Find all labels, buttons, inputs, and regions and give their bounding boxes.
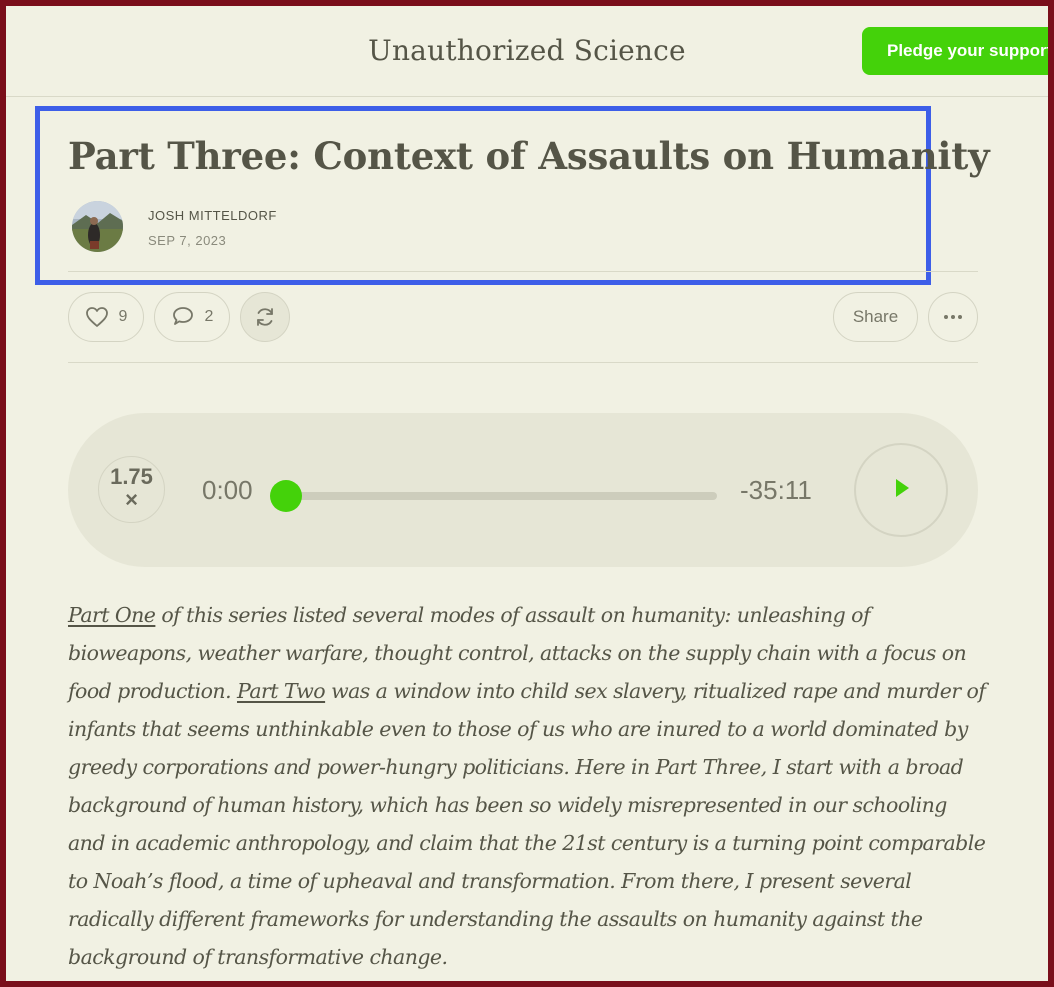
avatar[interactable] (72, 201, 123, 252)
comment-button[interactable]: 2 (154, 292, 230, 342)
divider (68, 271, 978, 272)
divider (68, 362, 978, 363)
refresh-icon (253, 305, 277, 329)
more-options-button[interactable] (928, 292, 978, 342)
audio-player: 1.75 × 0:00 -35:11 (68, 413, 978, 567)
comment-icon (171, 306, 195, 328)
like-count: 9 (118, 308, 128, 325)
like-button[interactable]: 9 (68, 292, 144, 342)
top-bar: Unauthorized Science Pledge your support (6, 6, 1048, 97)
restack-button[interactable] (240, 292, 290, 342)
body-text-2: was a window into child sex slavery, rit… (68, 679, 986, 969)
highlight-box (35, 106, 931, 285)
part-one-link[interactable]: Part One (68, 603, 156, 627)
share-label: Share (852, 307, 899, 326)
author-name[interactable]: JOSH MITTELDORF (148, 208, 277, 223)
pledge-button[interactable]: Pledge your support (862, 27, 1048, 75)
playback-speed-button[interactable]: 1.75 × (98, 456, 165, 523)
post-body: Part One of this series listed several m… (68, 596, 988, 976)
more-icon (943, 314, 963, 320)
part-two-link[interactable]: Part Two (237, 679, 326, 703)
current-time: 0:00 (202, 475, 253, 505)
play-button[interactable] (854, 443, 948, 537)
remaining-time: -35:11 (740, 475, 812, 505)
speed-suffix: × (125, 487, 138, 512)
heart-icon (85, 306, 109, 328)
share-button[interactable]: Share (833, 292, 918, 342)
progress-track[interactable] (284, 492, 717, 500)
post-date: SEP 7, 2023 (148, 233, 227, 248)
page: Unauthorized Science Pledge your support… (6, 6, 1048, 981)
post-title: Part Three: Context of Assaults on Human… (68, 134, 990, 178)
comment-count: 2 (204, 308, 214, 325)
play-icon (889, 476, 913, 505)
progress-knob[interactable] (270, 480, 302, 512)
